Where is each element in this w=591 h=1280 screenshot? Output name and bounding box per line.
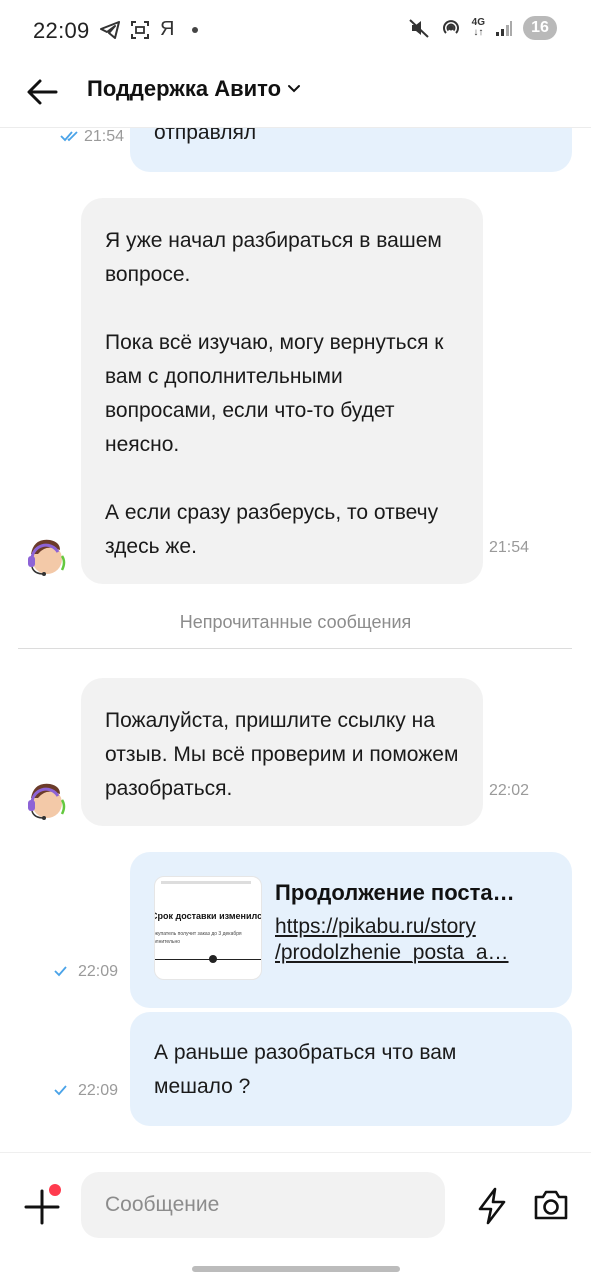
message-text: А раньше разобраться что вам мешало ? bbox=[154, 1041, 457, 1098]
link-url-line: https://pikabu.ru/story bbox=[275, 915, 476, 938]
message-bubble-incoming[interactable]: Пожалуйста, пришлите ссылку на отзыв. Мы… bbox=[81, 678, 483, 826]
unread-divider-label: Непрочитанные сообщения bbox=[179, 612, 412, 632]
thumbnail-text: олнительно bbox=[154, 939, 181, 945]
support-agent-avatar bbox=[20, 532, 70, 582]
mute-icon bbox=[408, 19, 429, 38]
message-paragraph: Я уже начал разбираться в вашем вопросе. bbox=[105, 229, 442, 286]
message-time: 22:09 bbox=[78, 963, 119, 980]
back-arrow-icon[interactable] bbox=[22, 76, 62, 108]
hotspot-icon bbox=[442, 20, 459, 34]
link-preview-title: Продолжение поста… bbox=[275, 880, 515, 905]
message-bubble-incoming[interactable]: Я уже начал разбираться в вашем вопросе.… bbox=[81, 198, 483, 584]
message-paragraph: А если сразу разберусь, то отвечу здесь … bbox=[105, 501, 439, 558]
network-type-icon: 4G ↓↑ bbox=[471, 17, 485, 38]
link-url-line: /prodolzhenie_posta_a… bbox=[275, 941, 509, 964]
message-paragraph: Пока всё изучаю, могу вернуться к вам с … bbox=[105, 331, 444, 456]
yandex-icon: Я bbox=[160, 18, 175, 40]
message-bubble-outgoing[interactable]: отправлял bbox=[130, 128, 572, 172]
message-list[interactable]: отправлял 21:54 Я уже начал разбираться … bbox=[0, 128, 591, 1152]
chat-title-button[interactable]: Поддержка Авито bbox=[87, 76, 301, 102]
home-indicator[interactable] bbox=[192, 1266, 400, 1272]
thumbnail-marker bbox=[209, 955, 217, 963]
link-preview-message[interactable]: Срок доставки изменился окупатель получи… bbox=[130, 852, 572, 1008]
chat-header: Поддержка Авито bbox=[0, 62, 591, 128]
message-bubble-outgoing[interactable]: А раньше разобраться что вам мешало ? bbox=[130, 1012, 572, 1126]
double-check-icon bbox=[60, 131, 78, 142]
chat-title: Поддержка Авито bbox=[87, 76, 282, 101]
lightning-icon[interactable] bbox=[476, 1187, 508, 1225]
message-time: 22:02 bbox=[489, 782, 530, 799]
camera-icon[interactable] bbox=[532, 1187, 570, 1223]
message-time: 22:09 bbox=[78, 1082, 119, 1099]
link-preview-url[interactable]: https://pikabu.ru/story /prodolzhenie_po… bbox=[275, 914, 555, 966]
notification-dot bbox=[49, 1184, 61, 1196]
message-input[interactable] bbox=[81, 1172, 445, 1238]
message-composer bbox=[0, 1152, 591, 1252]
thumbnail-status-bar bbox=[161, 881, 251, 884]
support-agent-avatar bbox=[20, 776, 70, 826]
dot-icon bbox=[192, 26, 199, 33]
battery-indicator: 16 bbox=[523, 16, 557, 40]
message-time: 21:54 bbox=[489, 539, 530, 556]
message-time: 21:54 bbox=[84, 128, 125, 145]
signal-icon bbox=[496, 21, 512, 36]
screenshot-icon bbox=[131, 20, 149, 39]
status-left-icons: Я bbox=[100, 18, 199, 41]
link-preview-thumbnail: Срок доставки изменился окупатель получи… bbox=[154, 876, 262, 980]
check-icon bbox=[54, 966, 67, 977]
status-right-icons: 4G ↓↑ 16 bbox=[408, 16, 557, 40]
message-text: отправлял bbox=[154, 128, 257, 144]
unread-divider-line bbox=[18, 648, 572, 649]
telegram-icon bbox=[100, 20, 120, 39]
check-icon bbox=[54, 1085, 67, 1096]
chevron-down-icon bbox=[288, 85, 301, 93]
message-paragraph: Пожалуйста, пришлите ссылку на отзыв. Мы… bbox=[105, 709, 459, 800]
status-time: 22:09 bbox=[33, 18, 90, 43]
status-bar: 22:09 Я 4G ↓↑ 16 bbox=[0, 0, 591, 62]
